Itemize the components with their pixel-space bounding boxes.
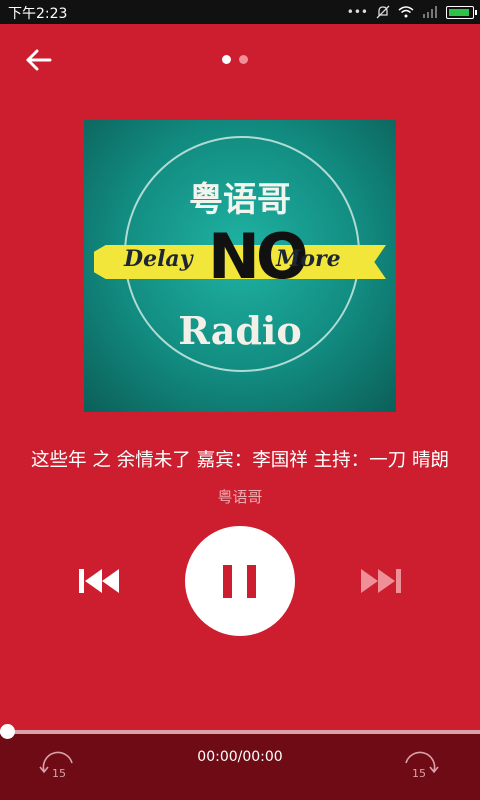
previous-track-icon[interactable]	[78, 566, 120, 596]
signal-icon	[423, 6, 437, 18]
progress-thumb[interactable]	[0, 724, 15, 739]
track-artist: 粤语哥	[217, 488, 263, 506]
pause-icon-bar-right	[247, 565, 256, 598]
cover-banner-right-text: More	[276, 246, 341, 272]
album-cover: 粤语哥 Delay NO More Radio	[84, 120, 396, 412]
status-time: 下午2:23	[8, 6, 68, 22]
page-dot[interactable]	[239, 55, 248, 64]
skip-forward-seconds: 15	[412, 767, 426, 780]
skip-forward-15-icon[interactable]: 15	[398, 751, 440, 781]
pause-icon-bar-left	[223, 565, 232, 598]
page-indicator	[222, 55, 248, 64]
status-icons: •••	[346, 2, 477, 22]
more-dots-icon: •••	[346, 5, 368, 19]
wifi-icon	[398, 6, 414, 18]
battery-icon	[446, 5, 477, 19]
back-arrow-icon[interactable]	[24, 46, 54, 74]
status-bar: 下午2:23 •••	[0, 0, 480, 24]
cover-subtitle: Radio	[178, 308, 302, 353]
cover-title: 粤语哥	[189, 180, 291, 220]
cover-banner-left-text: Delay	[124, 246, 193, 272]
skip-back-15-icon[interactable]: 15	[38, 751, 80, 781]
page-dot-active[interactable]	[222, 55, 231, 64]
mute-bell-icon	[376, 5, 390, 19]
next-track-icon[interactable]	[360, 566, 402, 596]
pause-button[interactable]	[185, 526, 295, 636]
skip-back-seconds: 15	[52, 767, 66, 780]
progress-bar[interactable]	[0, 730, 480, 734]
track-title: 这些年 之 余情未了 嘉宾：李国祥 主持：一刀 晴朗	[31, 450, 449, 471]
